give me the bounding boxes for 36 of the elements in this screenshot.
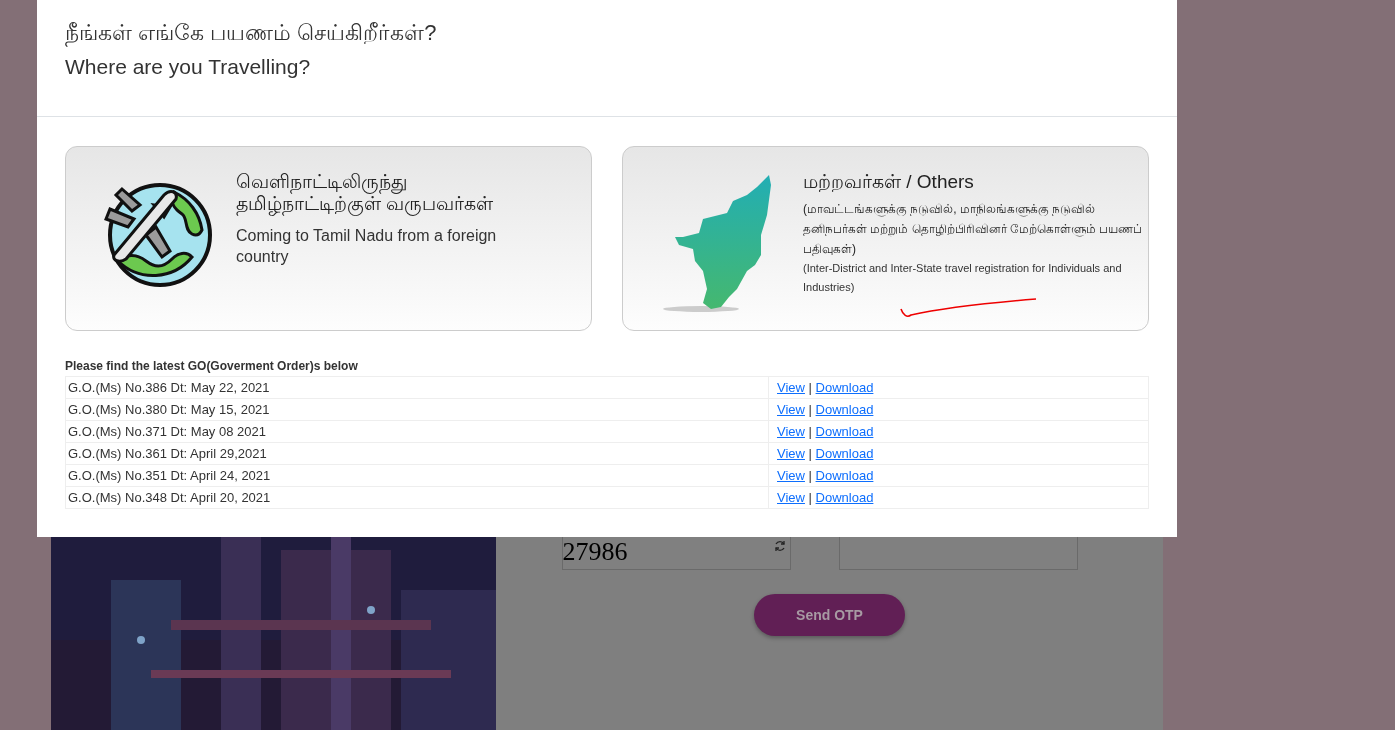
view-link[interactable]: View xyxy=(777,423,805,439)
orders-heading: Please find the latest GO(Goverment Order)s below xyxy=(65,358,359,375)
view-link[interactable]: View xyxy=(777,445,805,461)
download-link[interactable]: Download xyxy=(815,401,874,417)
link-separator: | xyxy=(807,467,813,483)
option-card[interactable]: வெளிநாட்டிலிருந்து தமிழ்நாட்டிற்குள் வருபவர்கள் Coming to Tamil Nadu from a foreign country xyxy=(65,146,592,331)
option-title: வெளிநாட்டிலிருந்து தமிழ்நாட்டிற்குள் வருபவர்கள் xyxy=(236,171,495,215)
option-card[interactable] xyxy=(622,146,1149,331)
download-link[interactable]: Download xyxy=(815,467,874,483)
option-note: (Inter-District and Inter-State travel registration for Individuals and Industries) xyxy=(803,261,1123,295)
view-link[interactable]: View xyxy=(777,489,805,505)
download-link[interactable]: Download xyxy=(815,489,874,505)
download-link[interactable]: Download xyxy=(815,423,874,439)
link-separator: | xyxy=(807,445,813,461)
link-separator: | xyxy=(807,489,813,505)
link-separator: | xyxy=(807,423,813,439)
download-link[interactable]: Download xyxy=(815,445,874,461)
send-otp-button[interactable]: Send OTP xyxy=(754,594,905,636)
download-link[interactable]: Download xyxy=(815,379,874,395)
refresh-icon[interactable] xyxy=(772,539,787,553)
view-link[interactable]: View xyxy=(777,379,805,395)
modal-title: நீங்கள் எங்கே பயணம் செய்கிறீர்கள்? xyxy=(65,19,438,49)
link-separator: | xyxy=(807,401,813,417)
option-description: Coming to Tamil Nadu from a foreign country xyxy=(236,226,498,267)
view-link[interactable]: View xyxy=(777,467,805,483)
order-title: G.O.(Ms) No.348 Dt: April 20, 2021 xyxy=(65,486,769,509)
order-title: G.O.(Ms) No.361 Dt: April 29,2021 xyxy=(65,442,769,465)
view-link[interactable]: View xyxy=(777,401,805,417)
order-title: G.O.(Ms) No.386 Dt: May 22, 2021 xyxy=(65,376,769,399)
order-title: G.O.(Ms) No.351 Dt: April 24, 2021 xyxy=(65,464,769,487)
modal-subtitle: Where are you Travelling? xyxy=(65,54,312,80)
order-title: G.O.(Ms) No.380 Dt: May 15, 2021 xyxy=(65,398,769,421)
option-note: (மாவட்டங்களுக்கு நடுவில், மாநிலங்களுக்கு நடுவில் தனிநபர்கள் மற்றும் தொழிற்பிரிவினர் மேற்கொள்ளும் பயணப் பதிவுகள்) xyxy=(803,201,1143,258)
link-separator: | xyxy=(807,379,813,395)
option-title: மற்றவர்கள் / Others xyxy=(803,171,975,193)
order-title: G.O.(Ms) No.371 Dt: May 08 2021 xyxy=(65,420,769,443)
